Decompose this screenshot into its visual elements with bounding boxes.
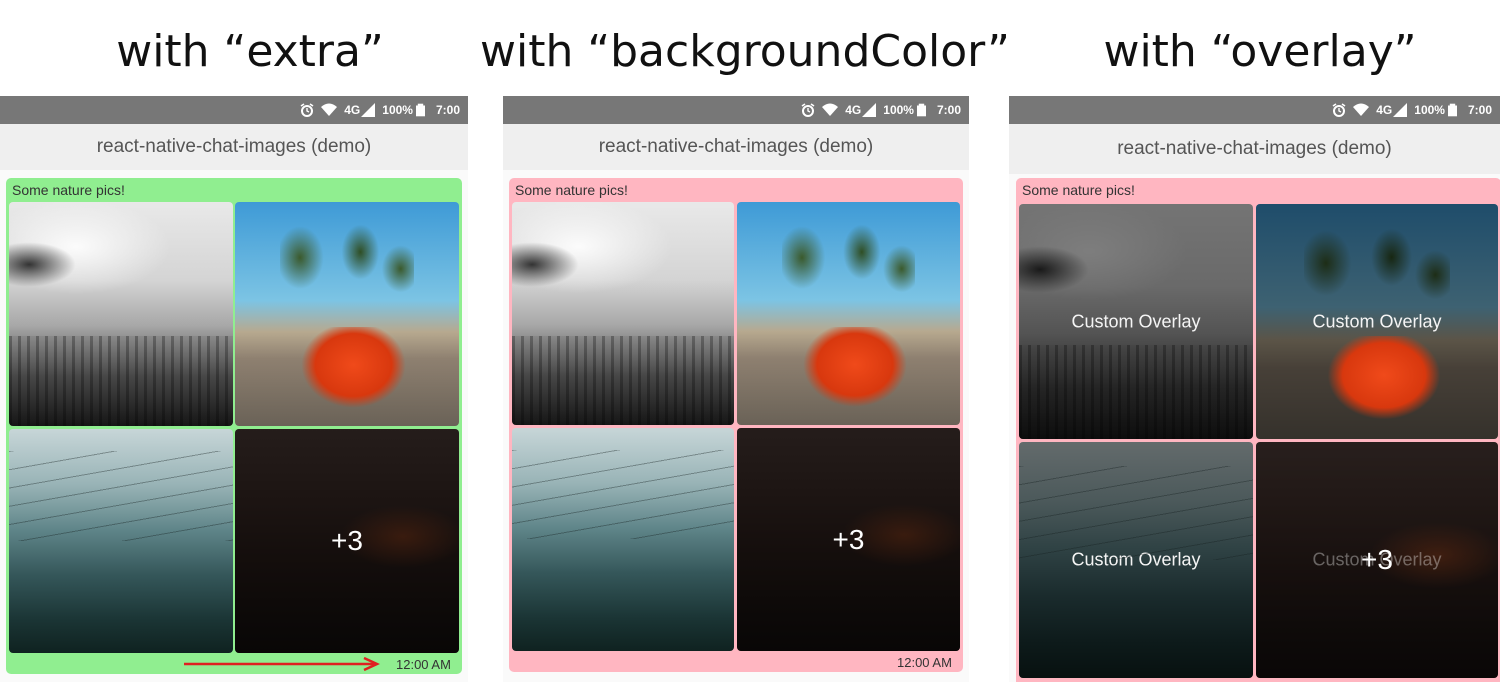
- battery-icon: [415, 103, 425, 117]
- clock: 7:00: [1467, 103, 1492, 117]
- status-bar: 4G 100% 7:00: [503, 96, 969, 124]
- custom-overlay-label: Custom Overlay: [1071, 311, 1201, 331]
- wifi-icon: [1353, 103, 1370, 116]
- image-red-car[interactable]: [235, 202, 459, 426]
- clock: 7:00: [435, 103, 460, 117]
- image-misty-valley[interactable]: Custom Overlay: [1019, 442, 1253, 678]
- image-red-car[interactable]: Custom Overlay: [1256, 204, 1498, 439]
- status-bar: 4G 100% 7:00: [0, 96, 468, 124]
- signal-icon: [361, 103, 376, 117]
- signal-icon: [1393, 103, 1408, 117]
- status-bar: 4G 100% 7:00: [1009, 96, 1500, 124]
- signal-icon: [862, 103, 877, 117]
- heading-overlay: with “overlay”: [1103, 26, 1417, 77]
- phone-background-color: 4G 100% 7:00 react-native-chat-images (d…: [503, 96, 969, 682]
- app-title: react-native-chat-images (demo): [503, 124, 969, 170]
- network-type: 4G: [344, 103, 361, 117]
- chat-area: Some nature pics! Custom Overlay Custom …: [1009, 174, 1500, 682]
- image-foggy-forest[interactable]: [512, 202, 734, 425]
- heading-extra: with “extra”: [116, 26, 384, 77]
- alarm-icon: [1332, 103, 1346, 117]
- heading-background-color: with “backgroundColor”: [480, 26, 1010, 77]
- custom-overlay-label: Custom Overlay: [1312, 311, 1442, 331]
- more-count: +3: [832, 523, 865, 555]
- message-text: Some nature pics!: [1022, 182, 1135, 198]
- message-text: Some nature pics!: [12, 182, 125, 198]
- arrow-icon: [184, 656, 380, 672]
- wifi-icon: [321, 103, 338, 116]
- image-dusk-more[interactable]: +3: [737, 428, 960, 651]
- custom-overlay-label: Custom Overlay: [1071, 549, 1201, 570]
- alarm-icon: [801, 103, 815, 117]
- chat-area: Some nature pics! +3 12:00 AM: [503, 170, 969, 682]
- battery-percent: 100%: [382, 103, 413, 117]
- phone-extra: 4G 100% 7:00 react-native-chat-images (d…: [0, 96, 468, 682]
- app-title: react-native-chat-images (demo): [0, 124, 468, 170]
- image-foggy-forest[interactable]: Custom Overlay: [1019, 204, 1253, 439]
- battery-icon: [916, 103, 926, 117]
- chat-area: Some nature pics! +3 12:00 AM: [0, 170, 468, 682]
- image-misty-valley[interactable]: [512, 428, 734, 651]
- image-foggy-forest[interactable]: [9, 202, 233, 426]
- battery-percent: 100%: [1414, 103, 1445, 117]
- timestamp: 12:00 AM: [897, 655, 952, 670]
- image-dusk-more[interactable]: +3: [235, 429, 459, 653]
- message-bubble[interactable]: Some nature pics! +3 12:00 AM: [6, 178, 462, 674]
- clock: 7:00: [936, 103, 961, 117]
- message-text: Some nature pics!: [515, 182, 628, 198]
- message-bubble[interactable]: Some nature pics! Custom Overlay Custom …: [1016, 178, 1500, 682]
- network-type: 4G: [845, 103, 862, 117]
- image-red-car[interactable]: [737, 202, 960, 425]
- phone-overlay: 4G 100% 7:00 react-native-chat-images (d…: [1009, 96, 1500, 682]
- image-misty-valley[interactable]: [9, 429, 233, 653]
- more-count: +3: [331, 525, 363, 556]
- network-type: 4G: [1376, 103, 1393, 117]
- battery-icon: [1447, 103, 1457, 117]
- wifi-icon: [822, 103, 839, 116]
- battery-percent: 100%: [883, 103, 914, 117]
- timestamp: 12:00 AM: [396, 657, 451, 672]
- more-count: +3: [1361, 544, 1393, 575]
- image-dusk-more[interactable]: Custom Overlay +3: [1256, 442, 1498, 678]
- message-bubble[interactable]: Some nature pics! +3 12:00 AM: [509, 178, 963, 672]
- alarm-icon: [300, 103, 314, 117]
- app-title: react-native-chat-images (demo): [1009, 124, 1500, 174]
